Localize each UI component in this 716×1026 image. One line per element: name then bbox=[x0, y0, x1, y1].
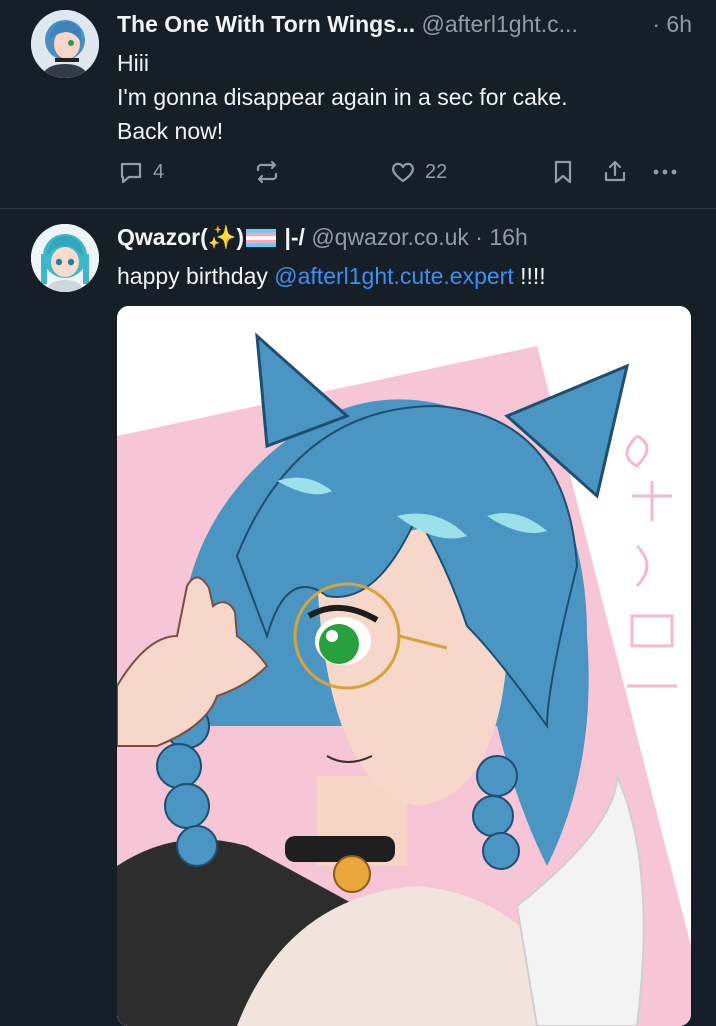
post-text: Hiii I'm gonna disappear again in a sec … bbox=[117, 46, 692, 148]
post-time[interactable]: 6h bbox=[666, 11, 692, 37]
speech-bubble-icon bbox=[120, 162, 142, 184]
post-header: Qwazor(✨) |-/ @qwazor.co.uk · 16h bbox=[117, 222, 692, 252]
post-text-line: I'm gonna disappear again in a sec for c… bbox=[117, 84, 568, 110]
bookmark-icon bbox=[554, 160, 572, 184]
trans-flag-icon bbox=[246, 229, 277, 247]
sparkles-emoji: ✨ bbox=[207, 224, 237, 250]
author-avatar[interactable] bbox=[31, 224, 99, 292]
share-button[interactable] bbox=[601, 152, 629, 192]
post-image[interactable] bbox=[117, 306, 691, 1026]
ellipsis-icon bbox=[653, 169, 677, 175]
author-name[interactable]: Qwazor(✨) |-/ bbox=[117, 224, 305, 250]
post-1[interactable]: The One With Torn Wings... @afterl1ght.c… bbox=[0, 0, 716, 209]
separator-dot: · bbox=[468, 224, 490, 250]
mention-link[interactable]: @afterl1ght.cute.expert bbox=[274, 263, 513, 289]
more-options-button[interactable] bbox=[651, 152, 679, 192]
bookmark-button[interactable] bbox=[549, 152, 577, 192]
repost-arrows-icon bbox=[256, 160, 278, 184]
author-handle[interactable]: @qwazor.co.uk bbox=[311, 224, 469, 250]
repost-button[interactable] bbox=[253, 152, 281, 192]
reply-count: 4 bbox=[153, 160, 165, 183]
post-header: The One With Torn Wings... @afterl1ght.c… bbox=[117, 9, 692, 39]
post-text-line: Back now! bbox=[117, 118, 224, 144]
heart-icon bbox=[392, 162, 414, 183]
post-2[interactable]: Qwazor(✨) |-/ @qwazor.co.uk · 16h happy … bbox=[0, 209, 716, 1026]
like-button[interactable]: 22 bbox=[389, 152, 447, 192]
separator-dot: · bbox=[652, 11, 667, 37]
share-upload-icon bbox=[604, 160, 626, 182]
post-actions: 4 22 bbox=[117, 152, 687, 192]
post-time[interactable]: 16h bbox=[489, 224, 527, 250]
post-text-line: Hiii bbox=[117, 50, 149, 76]
like-count: 22 bbox=[425, 160, 448, 183]
author-handle[interactable]: @afterl1ght.c... bbox=[422, 11, 578, 37]
name-tail: |-/ bbox=[284, 224, 305, 250]
reply-button[interactable]: 4 bbox=[117, 152, 164, 192]
author-name[interactable]: The One With Torn Wings... bbox=[117, 11, 415, 37]
author-avatar[interactable] bbox=[31, 10, 99, 78]
post-text: happy birthday @afterl1ght.cute.expert !… bbox=[117, 263, 546, 289]
